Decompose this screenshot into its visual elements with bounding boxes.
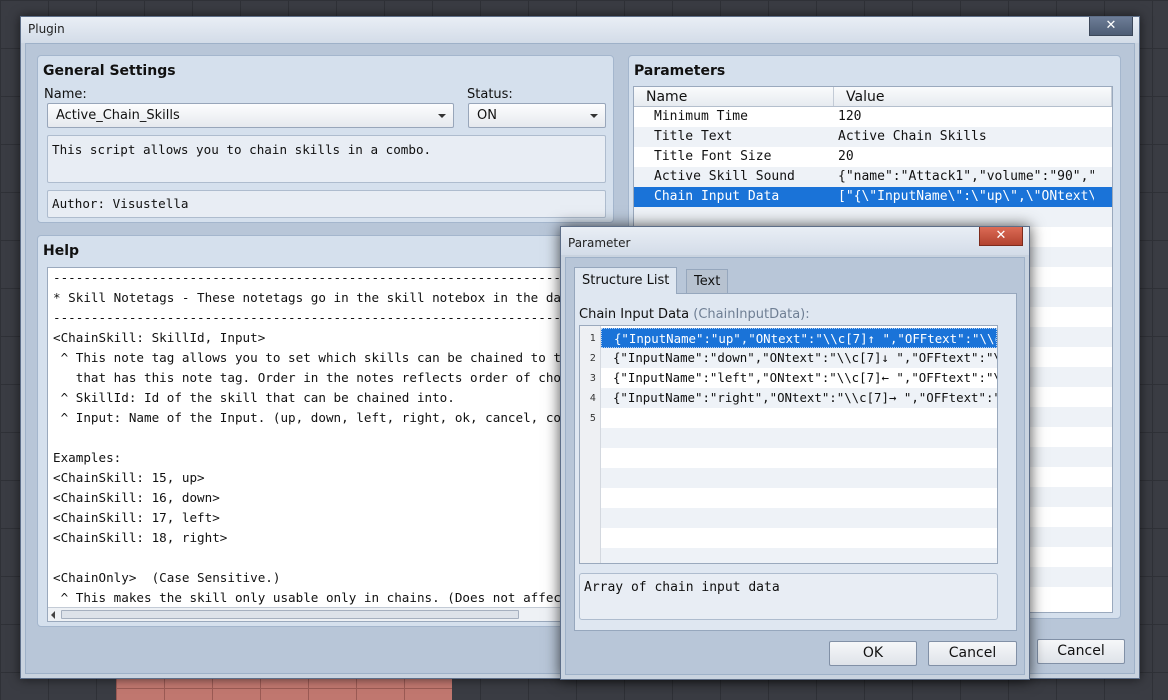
ok-button[interactable]: OK: [829, 641, 917, 666]
help-text: ----------------------------------------…: [53, 270, 565, 605]
close-dialog-button[interactable]: ✕: [979, 227, 1023, 246]
empty-row: [580, 468, 997, 488]
list-item[interactable]: 4 {"InputName":"right","ONtext":"\\c[7]→…: [580, 388, 997, 408]
structure-list-panel: Chain Input Data (ChainInputData): 1 {"I…: [574, 293, 1017, 631]
field-label-id: (ChainInputData):: [693, 307, 810, 322]
param-name: Title Font Size: [654, 149, 772, 164]
chevron-down-icon: [438, 114, 446, 118]
chevron-down-icon: [590, 114, 598, 118]
param-value: Active Chain Skills: [838, 129, 987, 144]
param-value: {"name":"Attack1","volume":"90","p…: [838, 169, 1094, 184]
field-label: Chain Input Data (ChainInputData):: [579, 307, 810, 322]
column-header-name[interactable]: Name: [634, 87, 834, 106]
line-number: 3: [580, 368, 601, 388]
line-number: 4: [580, 388, 601, 408]
table-row[interactable]: Title Font Size 20: [634, 147, 1112, 167]
parameter-dialog-title: Parameter: [568, 236, 631, 250]
close-window-button[interactable]: ✕: [1089, 17, 1133, 36]
table-row[interactable]: Minimum Time 120: [634, 107, 1112, 127]
line-number: 2: [580, 348, 601, 368]
scroll-thumb[interactable]: [61, 610, 519, 619]
list-item-selected[interactable]: 1 {"InputName":"up","ONtext":"\\c[7]↑ ",…: [580, 328, 997, 348]
name-label: Name:: [44, 87, 87, 102]
param-value: ["{\"InputName\":\"up\",\"ONtext\"…: [838, 189, 1094, 204]
empty-row: [580, 528, 997, 548]
general-settings-group: General Settings Name: Active_Chain_Skil…: [37, 55, 614, 223]
status-select[interactable]: ON: [468, 103, 606, 128]
scroll-left-icon[interactable]: [51, 611, 55, 619]
parameter-dialog-title-bar: Parameter: [561, 227, 1029, 255]
map-tiles: [116, 676, 452, 700]
parameters-heading: Parameters: [634, 63, 726, 79]
parameter-dialog: Parameter ✕ Structure List Text Chain In…: [560, 226, 1030, 680]
item-text: {"InputName":"right","ONtext":"\\c[7]→ "…: [600, 388, 997, 408]
empty-row: [580, 448, 997, 468]
help-group: Help -----------------------------------…: [37, 235, 614, 627]
column-header-value[interactable]: Value: [834, 87, 1112, 106]
item-text: {"InputName":"down","ONtext":"\\c[7]↓ ",…: [600, 348, 997, 368]
plugin-name-value: Active_Chain_Skills: [56, 108, 180, 123]
plugin-window-title: Plugin: [28, 22, 65, 36]
param-value: 20: [838, 149, 854, 164]
line-number: 1: [580, 328, 601, 348]
list-item[interactable]: 5: [580, 408, 997, 428]
help-heading: Help: [43, 243, 80, 259]
parameter-description: Array of chain input data: [579, 573, 998, 620]
field-label-name: Chain Input Data: [579, 307, 690, 322]
tab-text[interactable]: Text: [686, 269, 729, 293]
status-value: ON: [477, 108, 497, 123]
param-name: Minimum Time: [654, 109, 748, 124]
plugin-title-bar: Plugin: [21, 17, 1139, 43]
param-value: 120: [838, 109, 862, 124]
list-item[interactable]: 3 {"InputName":"left","ONtext":"\\c[7]← …: [580, 368, 997, 388]
empty-row: [580, 488, 997, 508]
empty-row: [580, 548, 997, 563]
table-row[interactable]: Active Skill Sound {"name":"Attack1","vol…: [634, 167, 1112, 187]
plugin-name-select[interactable]: Active_Chain_Skills: [47, 103, 454, 128]
help-text-area[interactable]: ----------------------------------------…: [47, 267, 565, 622]
empty-row: [580, 428, 997, 448]
table-row[interactable]: Title Text Active Chain Skills: [634, 127, 1112, 147]
parameter-dialog-body: Structure List Text Chain Input Data (Ch…: [565, 257, 1025, 675]
item-text: {"InputName":"left","ONtext":"\\c[7]← ",…: [612, 370, 997, 385]
param-name: Title Text: [654, 129, 733, 144]
plugin-author: Author: Visustella: [47, 190, 606, 218]
plugin-description: This script allows you to chain skills i…: [47, 135, 606, 183]
empty-row: [580, 508, 997, 528]
cancel-button[interactable]: Cancel: [1037, 639, 1125, 664]
param-name: Active Skill Sound: [654, 169, 795, 184]
param-name: Chain Input Data: [654, 189, 780, 204]
general-settings-heading: General Settings: [43, 63, 176, 79]
line-number: 5: [580, 408, 601, 428]
dialog-cancel-button[interactable]: Cancel: [928, 641, 1017, 666]
empty-row: [634, 207, 1112, 227]
item-text: {"InputName":"up","ONtext":"\\c[7]↑ ","O…: [600, 328, 997, 348]
status-label: Status:: [467, 87, 513, 102]
structure-list[interactable]: 1 {"InputName":"up","ONtext":"\\c[7]↑ ",…: [579, 325, 998, 564]
item-text: [601, 408, 997, 428]
list-item[interactable]: 2 {"InputName":"down","ONtext":"\\c[7]↓ …: [580, 348, 997, 368]
tab-structure-list[interactable]: Structure List: [574, 267, 678, 294]
table-row-selected[interactable]: Chain Input Data ["{\"InputName\":\"up\",…: [634, 187, 1112, 207]
help-horizontal-scrollbar[interactable]: [48, 607, 564, 621]
parameters-table-header: Name Value: [634, 87, 1112, 107]
